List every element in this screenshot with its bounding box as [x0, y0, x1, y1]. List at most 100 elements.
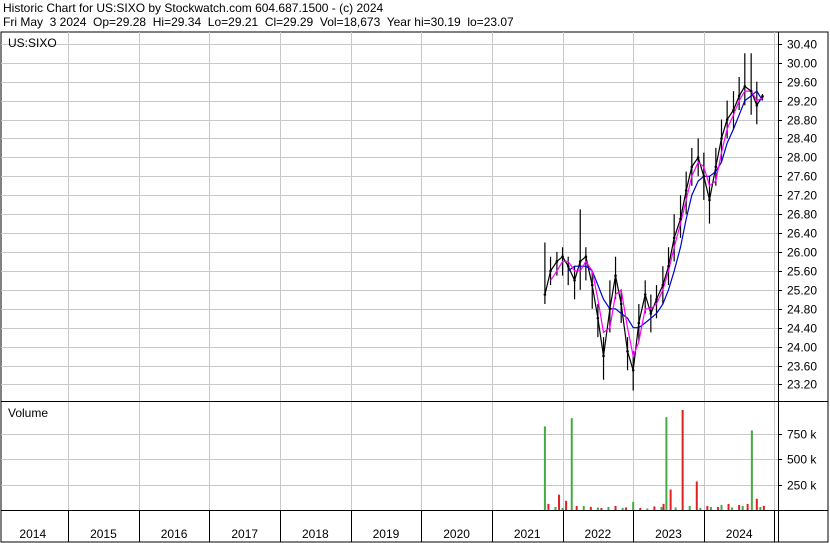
volume-bar [660, 506, 663, 510]
year-label: 2017 [231, 527, 258, 541]
price-tick-label: 28.80 [787, 114, 817, 128]
close-point [732, 108, 735, 112]
close-point [590, 283, 594, 287]
price-tick-label: 30.00 [787, 57, 817, 71]
close-point [608, 307, 612, 311]
volume-bar [738, 504, 741, 510]
volume-bar [653, 506, 656, 510]
year-label: 2014 [19, 527, 46, 541]
volume-bar [665, 417, 668, 510]
volume-bar [750, 430, 753, 510]
close-point [561, 255, 564, 259]
volume-bar [607, 506, 610, 510]
volume-bar [596, 507, 599, 510]
volume-bar [639, 507, 642, 510]
close-point [743, 85, 747, 88]
price-tick-label: 26.00 [787, 246, 817, 260]
volume-bar [699, 507, 702, 510]
volume-bar [561, 507, 564, 510]
price-tick-label: 26.80 [787, 208, 817, 222]
price-series [543, 53, 764, 391]
volume-label: Volume [8, 406, 48, 420]
close-point [679, 217, 682, 221]
volume-tick-label: 500 k [787, 453, 817, 467]
volume-bar [674, 507, 677, 510]
price-tick-label: 24.80 [787, 303, 817, 317]
volume-bar [625, 507, 628, 510]
volume-bar [600, 507, 603, 510]
close-point [578, 260, 582, 263]
price-axis: 23.20 23.60 24.00 24.40 24.80 25.20 25.60 26.00… [778, 38, 817, 392]
year-label: 2019 [373, 527, 400, 541]
price-tick-label: 24.40 [787, 322, 817, 336]
close-line [544, 85, 764, 371]
year-axis: 2014 2015 2016 2017 2018 2019 2020 2021 2022 2023… [19, 511, 775, 542]
volume-bar [746, 503, 749, 510]
volume-bar [547, 503, 550, 510]
close-point [619, 302, 623, 306]
volume-bar [731, 507, 734, 510]
volume-bar [709, 506, 712, 510]
close-point [649, 312, 653, 315]
price-tick-label: 23.60 [787, 360, 817, 374]
close-point [696, 156, 700, 159]
volume-bar [695, 481, 698, 510]
volume-bar [727, 503, 730, 510]
close-point [602, 354, 605, 358]
chart-frame [0, 31, 829, 543]
close-point [749, 89, 753, 93]
volume-bar [662, 503, 665, 510]
close-point [631, 368, 635, 372]
volume-bar [554, 506, 557, 510]
close-point [614, 274, 617, 277]
volume-grid [1, 402, 778, 510]
price-tick-label: 28.00 [787, 151, 817, 165]
volume-bar [720, 504, 723, 510]
close-point [737, 94, 741, 98]
year-label: 2024 [726, 527, 753, 541]
volume-bar [558, 494, 561, 510]
close-point [549, 269, 552, 273]
year-label: 2016 [161, 527, 188, 541]
volume-bar [570, 418, 573, 510]
price-tick-label: 26.40 [787, 227, 817, 241]
volume-bar [755, 498, 758, 510]
price-grid [1, 32, 778, 401]
volume-tick-label: 250 k [787, 479, 817, 493]
volume-bar [741, 505, 744, 510]
price-tick-label: 25.20 [787, 284, 817, 298]
close-point [584, 255, 588, 259]
close-point [637, 321, 641, 325]
volume-bar [646, 508, 649, 510]
close-point [761, 95, 764, 98]
year-label: 2020 [443, 527, 470, 541]
year-label: 2022 [585, 527, 612, 541]
close-point [708, 198, 711, 202]
price-tick-label: 25.60 [787, 265, 817, 279]
volume-bar [688, 505, 691, 510]
volume-bar [621, 507, 624, 510]
price-tick-label: 27.60 [787, 170, 817, 184]
price-tick-label: 28.40 [787, 132, 817, 146]
volume-bars [543, 410, 765, 510]
price-tick-label: 24.00 [787, 341, 817, 355]
close-point [702, 174, 706, 178]
volume-bar [762, 505, 765, 510]
close-point [661, 283, 665, 287]
close-point [573, 279, 576, 282]
close-point [566, 264, 570, 268]
close-point [626, 350, 629, 353]
volume-bar [565, 500, 568, 510]
price-tick-label: 29.60 [787, 76, 817, 90]
volume-bar [716, 506, 719, 510]
close-point [725, 118, 729, 121]
volume-bar [582, 505, 585, 510]
close-point [655, 297, 658, 301]
year-label: 2023 [655, 527, 682, 541]
close-point [643, 293, 647, 296]
volume-bar [575, 505, 578, 510]
volume-bar [681, 410, 684, 510]
volume-axis: 250 k 500 k 750 k [778, 428, 817, 493]
historic-chart: 23.20 23.60 24.00 24.40 24.80 25.20 25.60 26.00… [0, 31, 829, 543]
price-tick-label: 29.20 [787, 95, 817, 109]
